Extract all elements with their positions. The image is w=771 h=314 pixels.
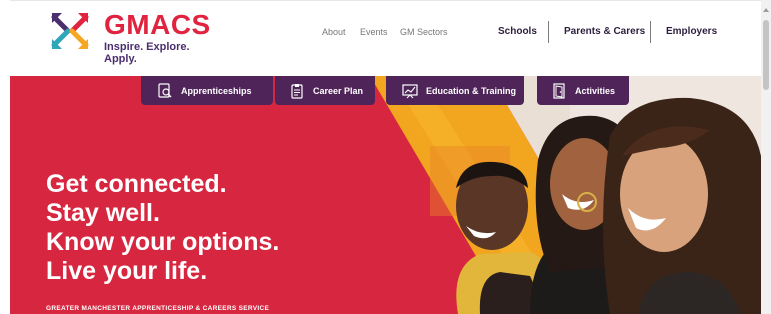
hero-line: Know your options.: [46, 228, 280, 256]
category-button-apprenticeships[interactable]: Apprenticeships: [141, 76, 273, 105]
hero-line: Get connected.: [46, 170, 227, 198]
nav-divider: [650, 21, 651, 43]
hero-banner: Apprenticeships Career Plan Education & …: [10, 76, 761, 314]
nav-link-employers[interactable]: Employers: [666, 26, 717, 37]
hero-subheading: GREATER MANCHESTER APPRENTICESHIP & CARE…: [46, 305, 270, 312]
person-right-photo: [603, 97, 761, 314]
scroll-up-arrow-icon[interactable]: [763, 8, 769, 12]
chart-board-icon: [402, 83, 418, 98]
category-label: Activities: [575, 85, 616, 96]
hero-line: Live your life.: [46, 257, 208, 285]
scroll-thumb[interactable]: [763, 20, 769, 90]
brand-tagline: Inspire. Explore. Apply.: [104, 41, 190, 65]
category-label: Career Plan: [313, 85, 364, 96]
nav-link-events[interactable]: Events: [360, 27, 388, 37]
door-exit-icon: [553, 82, 565, 99]
nav-link-schools[interactable]: Schools: [498, 26, 537, 37]
vertical-scrollbar[interactable]: [761, 0, 771, 314]
search-certificate-icon: [158, 82, 172, 98]
nav-link-about[interactable]: About: [322, 27, 346, 37]
hero-headline: Get connected. Stay well. Know your opti…: [46, 170, 279, 286]
brand-name: GMACS: [104, 9, 211, 40]
category-label: Apprenticeships: [181, 85, 252, 96]
category-button-career-plan[interactable]: Career Plan: [275, 76, 375, 105]
nav-divider: [548, 21, 549, 43]
category-button-education-training[interactable]: Education & Training: [386, 76, 524, 105]
clipboard-icon: [291, 83, 303, 99]
site-header: GMACS Inspire. Explore. Apply. About Eve…: [10, 0, 761, 77]
logo-text: GMACS Inspire. Explore. Apply.: [104, 9, 220, 66]
nav-link-parents-carers[interactable]: Parents & Carers: [564, 26, 645, 37]
hero-line: Stay well.: [46, 199, 160, 227]
category-button-activities[interactable]: Activities: [537, 76, 629, 105]
gmacs-logo[interactable]: GMACS Inspire. Explore. Apply.: [50, 11, 220, 65]
crossed-arrows-logo-icon: [51, 13, 89, 49]
nav-link-gm-sectors[interactable]: GM Sectors: [400, 27, 448, 37]
category-label: Education & Training: [426, 85, 517, 96]
